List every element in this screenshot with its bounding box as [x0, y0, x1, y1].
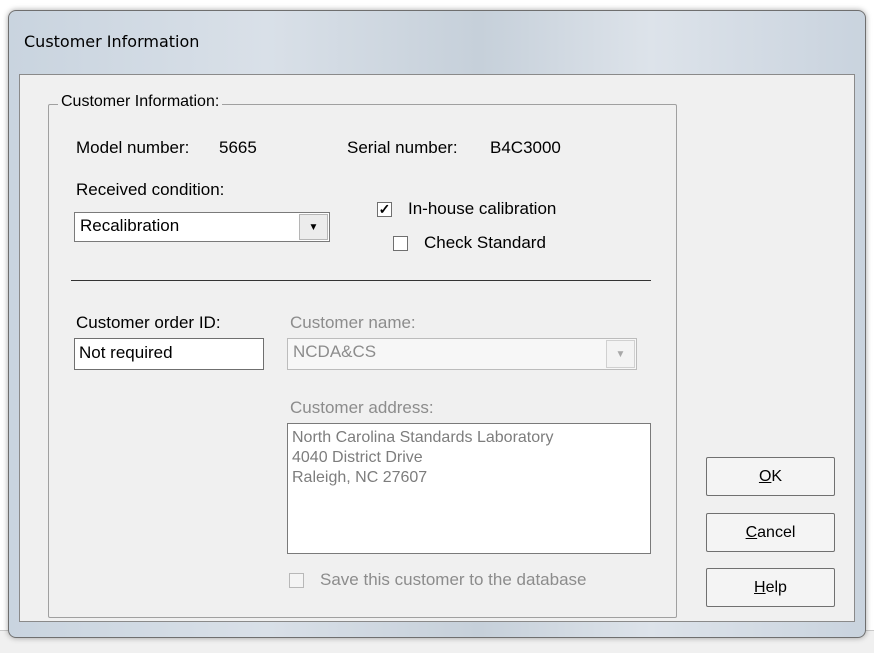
model-number-value: 5665 [219, 138, 257, 157]
serial-number-value: B4C3000 [490, 138, 561, 157]
help-mnemonic: H [754, 578, 766, 596]
chevron-down-icon[interactable]: ▼ [606, 340, 635, 368]
inhouse-calibration-checkbox[interactable]: ✓ [377, 202, 392, 217]
customer-order-id-label: Customer order ID: [76, 313, 221, 332]
received-condition-value: Recalibration [80, 216, 180, 235]
chevron-down-icon[interactable]: ▼ [299, 214, 328, 240]
groupbox-label: Customer Information: [58, 93, 223, 111]
help-button[interactable]: Help [706, 568, 835, 607]
customer-order-id-value: Not required [79, 343, 173, 362]
check-standard-checkbox[interactable] [393, 236, 408, 251]
address-line-2: 4040 District Drive [292, 449, 423, 466]
address-line-1: North Carolina Standards Laboratory [292, 429, 554, 446]
address-line-3: Raleigh, NC 27607 [292, 469, 428, 486]
customer-address-textarea[interactable]: North Carolina Standards Laboratory 4040… [287, 423, 651, 554]
received-condition-dropdown[interactable]: Recalibration ▼ [74, 212, 330, 242]
model-number-label: Model number: [76, 138, 190, 157]
inhouse-calibration-label: In-house calibration [408, 199, 557, 218]
ok-mnemonic: O [758, 467, 772, 485]
checkmark-icon: ✓ [378, 201, 391, 217]
customer-order-id-input[interactable]: Not required [74, 338, 264, 370]
customer-address-label: Customer address: [290, 398, 434, 417]
customer-name-value: NCDA&CS [293, 342, 377, 361]
help-label-rest: elp [765, 578, 787, 596]
received-condition-label: Received condition: [76, 180, 225, 199]
ok-label-rest: K [771, 467, 783, 485]
ok-button[interactable]: OK [706, 457, 835, 496]
customer-name-label: Customer name: [290, 313, 416, 332]
cancel-button[interactable]: Cancel [706, 513, 835, 552]
cancel-label-rest: ancel [757, 523, 796, 541]
separator-line [71, 280, 651, 281]
cancel-mnemonic: C [745, 523, 758, 541]
save-customer-checkbox[interactable] [289, 573, 304, 588]
serial-number-label: Serial number: [347, 138, 458, 157]
customer-name-dropdown[interactable]: NCDA&CS ▼ [287, 338, 637, 370]
dialog-title: Customer Information [24, 32, 200, 51]
save-customer-label: Save this customer to the database [320, 570, 587, 589]
check-standard-label: Check Standard [424, 233, 546, 252]
